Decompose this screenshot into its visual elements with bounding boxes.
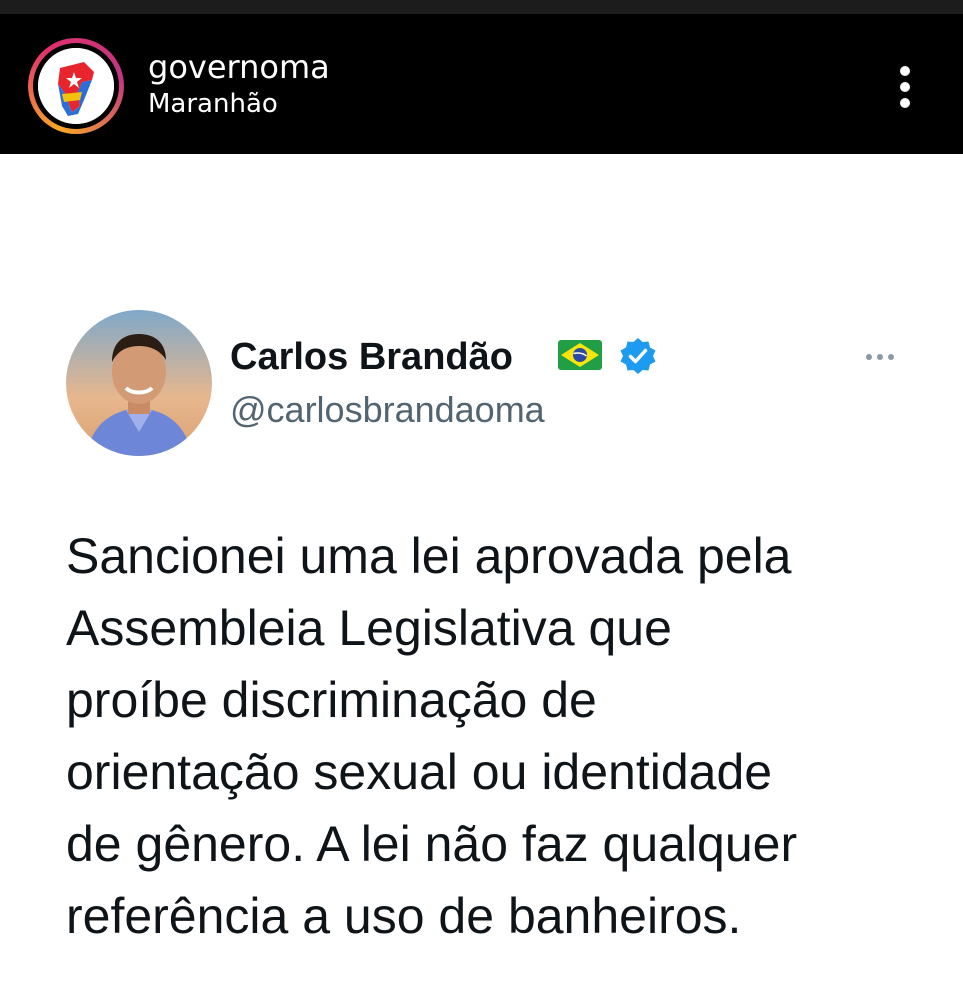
instagram-location[interactable]: Maranhão (148, 88, 278, 120)
tweet-body-text: Sancionei uma lei aprovada pela Assemble… (66, 528, 798, 944)
instagram-post-header: governoma Maranhão (0, 14, 963, 154)
more-horizontal-icon[interactable] (860, 344, 900, 368)
instagram-username[interactable]: governoma (148, 48, 330, 86)
tweet-author-handle[interactable]: @carlosbrandaoma (230, 388, 545, 432)
status-strip (0, 0, 963, 14)
maranhao-logo-icon (38, 48, 114, 124)
tweet-author-name[interactable]: Carlos Brandão (230, 334, 513, 380)
more-vertical-icon[interactable] (888, 62, 922, 112)
profile-avatar-story-ring[interactable] (28, 38, 124, 134)
tweet-author-avatar[interactable] (66, 310, 212, 456)
verified-badge-icon (618, 336, 658, 376)
brazil-flag-icon (558, 340, 602, 370)
